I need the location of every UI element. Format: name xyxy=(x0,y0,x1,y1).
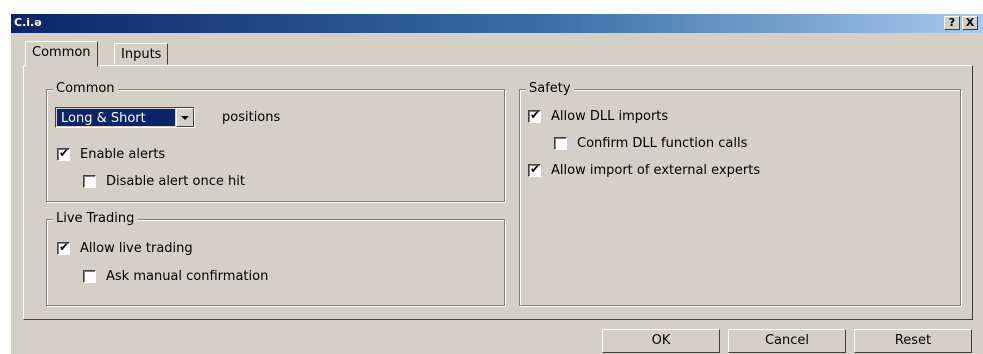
allow-live-trading-label: Allow live trading xyxy=(80,241,193,256)
allow-live-trading-checkbox[interactable]: ✔ xyxy=(57,240,70,255)
allow-dll-checkbox[interactable]: ✔ xyxy=(528,108,541,123)
window-title: C.i.ə xyxy=(14,16,42,29)
ask-manual-checkbox[interactable] xyxy=(83,270,96,283)
title-bar[interactable]: C.i.ə ? X xyxy=(11,14,983,33)
positions-select-value: Long & Short xyxy=(57,109,175,126)
allow-live-trading-row[interactable]: ✔ Allow live trading xyxy=(57,240,193,256)
allow-external-checkbox[interactable]: ✔ xyxy=(528,162,541,177)
disable-alert-label: Disable alert once hit xyxy=(106,174,245,189)
allow-dll-label: Allow DLL imports xyxy=(551,109,669,124)
group-safety-legend: Safety xyxy=(526,81,574,96)
check-icon: ✔ xyxy=(530,162,541,176)
enable-alerts-label: Enable alerts xyxy=(80,147,166,162)
tab-panel: Common Long & Short positions ✔ Enable a… xyxy=(23,65,973,320)
positions-label: positions xyxy=(222,110,281,125)
help-button[interactable]: ? xyxy=(944,16,960,30)
close-button[interactable]: X xyxy=(962,16,978,30)
group-common-legend: Common xyxy=(53,81,118,96)
ok-button[interactable]: OK xyxy=(602,329,720,353)
tab-inputs-label: Inputs xyxy=(121,47,162,62)
dialog-window: C.i.ə ? X Common Inputs Common Long & Sh… xyxy=(10,0,983,354)
group-safety: Safety ✔ Allow DLL imports Confirm DLL f… xyxy=(519,81,961,306)
group-live-trading: Live Trading ✔ Allow live trading Ask ma… xyxy=(46,211,505,306)
positions-select[interactable]: Long & Short xyxy=(55,107,195,128)
allow-external-label: Allow import of external experts xyxy=(551,163,761,178)
disable-alert-row[interactable]: Disable alert once hit xyxy=(83,174,245,189)
check-icon: ✔ xyxy=(59,146,70,160)
disable-alert-checkbox[interactable] xyxy=(83,175,96,188)
tab-inputs[interactable]: Inputs xyxy=(114,43,169,65)
reset-button[interactable]: Reset xyxy=(854,329,972,353)
allow-external-row[interactable]: ✔ Allow import of external experts xyxy=(528,162,761,178)
check-icon: ✔ xyxy=(59,240,70,254)
ask-manual-label: Ask manual confirmation xyxy=(106,269,269,284)
chevron-down-icon xyxy=(181,116,189,120)
enable-alerts-checkbox[interactable]: ✔ xyxy=(57,146,70,161)
confirm-dll-label: Confirm DLL function calls xyxy=(577,136,748,151)
enable-alerts-row[interactable]: ✔ Enable alerts xyxy=(57,146,166,162)
ask-manual-row[interactable]: Ask manual confirmation xyxy=(83,269,268,284)
tab-common[interactable]: Common xyxy=(25,41,98,67)
top-strip xyxy=(11,0,983,14)
cancel-button[interactable]: Cancel xyxy=(728,329,846,353)
check-icon: ✔ xyxy=(530,108,541,122)
group-live-trading-legend: Live Trading xyxy=(53,211,138,226)
confirm-dll-row[interactable]: Confirm DLL function calls xyxy=(554,136,747,151)
positions-label-row: positions xyxy=(222,110,280,125)
group-common: Common Long & Short positions ✔ Enable a… xyxy=(46,81,505,202)
confirm-dll-checkbox[interactable] xyxy=(554,137,567,150)
dropdown-button[interactable] xyxy=(176,108,194,127)
tab-common-label: Common xyxy=(32,45,91,60)
allow-dll-row[interactable]: ✔ Allow DLL imports xyxy=(528,108,669,124)
